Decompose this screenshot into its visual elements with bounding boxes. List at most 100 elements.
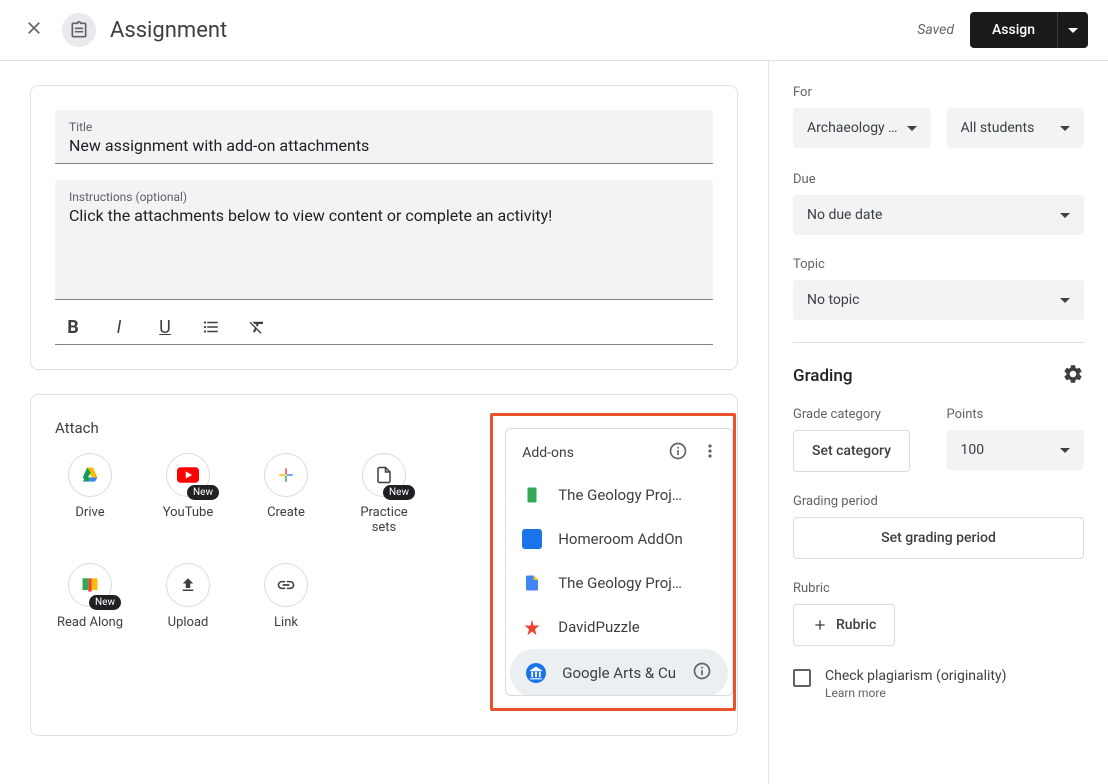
museum-icon — [529, 666, 543, 680]
assign-button[interactable]: Assign — [970, 12, 1057, 48]
attach-read-along[interactable]: New Read Along — [55, 563, 125, 630]
plus-icon — [812, 617, 828, 633]
addons-more-button[interactable] — [700, 441, 720, 465]
points-label: Points — [947, 407, 1085, 422]
attach-label: YouTube — [163, 505, 214, 520]
attach-label: Upload — [168, 615, 209, 630]
title-field[interactable]: Title New assignment with add-on attachm… — [55, 110, 713, 164]
page-title: Assignment — [110, 18, 227, 43]
addon-item-hovered[interactable]: Google Arts & Cu — [510, 649, 728, 695]
set-category-button[interactable]: Set category — [793, 430, 910, 472]
divider — [793, 342, 1084, 343]
instructions-field[interactable]: Instructions (optional) Click the attach… — [55, 180, 713, 300]
triangle-down-icon — [1060, 213, 1070, 218]
attach-options: Drive New YouTube Create New Practi — [55, 453, 462, 630]
attach-youtube[interactable]: New YouTube — [153, 453, 223, 535]
topic-select[interactable]: No topic — [793, 280, 1084, 320]
upload-icon — [179, 576, 197, 594]
addon-name: The Geology Proj… — [558, 486, 716, 504]
grade-category-label: Grade category — [793, 407, 931, 422]
create-plus-icon — [277, 466, 295, 484]
underline-button[interactable]: U — [151, 310, 179, 344]
grading-title: Grading — [793, 366, 852, 386]
instructions-label: Instructions (optional) — [69, 190, 699, 204]
triangle-down-icon — [1060, 126, 1070, 131]
file-icon — [375, 465, 393, 485]
addon-app-icon — [523, 486, 541, 504]
assign-dropdown-button[interactable] — [1057, 12, 1088, 48]
attach-drive[interactable]: Drive — [55, 453, 125, 535]
info-icon — [668, 441, 688, 461]
set-grading-period-button[interactable]: Set grading period — [793, 517, 1084, 559]
addon-name: Google Arts & Cu — [562, 664, 676, 682]
read-along-icon — [79, 575, 101, 595]
attach-create[interactable]: Create — [251, 453, 321, 535]
header: Assignment Saved Assign — [0, 0, 1108, 61]
checkbox[interactable] — [793, 669, 811, 687]
new-badge: New — [383, 485, 415, 500]
assignment-form-card: Title New assignment with add-on attachm… — [30, 85, 738, 370]
addon-name: The Geology Proj… — [558, 574, 716, 592]
new-badge: New — [187, 485, 219, 500]
attach-upload[interactable]: Upload — [153, 563, 223, 630]
plagiarism-checkbox-row[interactable]: Check plagiarism (originality) Learn mor… — [793, 668, 1084, 700]
link-icon — [276, 575, 296, 595]
close-button[interactable] — [20, 14, 48, 46]
bullet-list-button[interactable] — [197, 310, 225, 344]
addons-list[interactable]: The Geology Proj… Homeroom AddOn The Geo… — [506, 473, 732, 695]
clear-formatting-button[interactable] — [243, 310, 271, 344]
drive-icon — [80, 465, 100, 485]
addon-item[interactable]: DavidPuzzle — [506, 605, 732, 649]
triangle-down-icon — [1068, 28, 1078, 33]
saved-status: Saved — [917, 22, 954, 38]
triangle-down-icon — [907, 126, 917, 131]
plagiarism-label: Check plagiarism (originality) — [825, 668, 1006, 684]
more-vert-icon — [700, 441, 720, 461]
due-label: Due — [793, 172, 1084, 187]
triangle-down-icon — [1060, 448, 1070, 453]
title-value: New assignment with add-on attachments — [69, 136, 699, 155]
class-select[interactable]: Archaeology … — [793, 108, 931, 148]
rubric-label: Rubric — [793, 581, 1084, 596]
addon-info-button[interactable] — [692, 661, 712, 685]
triangle-down-icon — [1060, 298, 1070, 303]
addons-panel-highlight: Add-ons — [490, 413, 736, 711]
instructions-value: Click the attachments below to view cont… — [69, 206, 699, 225]
addons-info-button[interactable] — [668, 441, 688, 465]
learn-more-link[interactable]: Learn more — [825, 686, 1006, 700]
rubric-button[interactable]: Rubric — [793, 604, 895, 646]
attach-label: Create — [267, 505, 305, 520]
editor-toolbar: B I U — [55, 300, 713, 345]
title-label: Title — [69, 120, 699, 134]
addon-name: Homeroom AddOn — [558, 530, 716, 548]
topic-label: Topic — [793, 257, 1084, 272]
youtube-icon — [177, 467, 199, 483]
bold-button[interactable]: B — [59, 310, 87, 344]
attach-label: Practice sets — [349, 505, 419, 535]
attach-card: Attach Drive New YouTube Create — [30, 394, 738, 736]
attach-practice-sets[interactable]: New Practice sets — [349, 453, 419, 535]
students-select[interactable]: All students — [947, 108, 1085, 148]
grading-period-label: Grading period — [793, 494, 1084, 509]
info-icon — [692, 661, 712, 681]
close-icon — [24, 18, 44, 38]
addon-item[interactable]: Homeroom AddOn — [506, 517, 732, 561]
addon-app-icon — [523, 618, 541, 636]
addon-item[interactable]: The Geology Proj… — [506, 561, 732, 605]
clear-format-icon — [248, 318, 266, 336]
italic-button[interactable]: I — [105, 310, 133, 344]
attach-link[interactable]: Link — [251, 563, 321, 630]
addons-title: Add-ons — [522, 445, 574, 461]
attach-label: Link — [274, 615, 298, 630]
grading-settings-button[interactable] — [1062, 363, 1084, 389]
due-date-select[interactable]: No due date — [793, 195, 1084, 235]
addon-item[interactable]: The Geology Proj… — [506, 473, 732, 517]
addon-name: DavidPuzzle — [558, 618, 716, 636]
points-select[interactable]: 100 — [947, 430, 1085, 470]
sidebar: For Archaeology … All students Due No du… — [768, 61, 1108, 784]
attach-label: Drive — [75, 505, 104, 520]
bullet-list-icon — [202, 318, 220, 336]
gear-icon — [1062, 363, 1084, 385]
attach-label: Read Along — [57, 615, 123, 630]
addon-app-icon — [522, 529, 542, 549]
